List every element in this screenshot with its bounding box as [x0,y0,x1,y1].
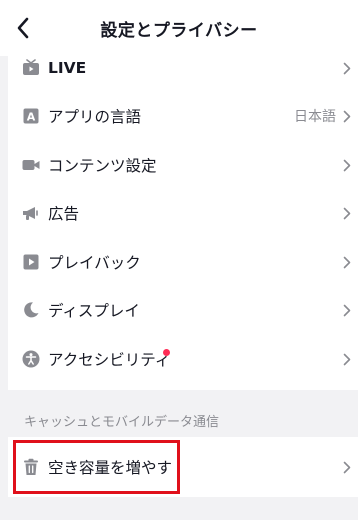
settings-item-live[interactable]: LIVE [8,44,358,92]
megaphone-icon [22,204,40,222]
live-tv-icon [22,59,40,77]
section-title-cache-data: キャッシュとモバイルデータ通信 [24,415,220,430]
settings-item-display[interactable]: ディスプレイ [8,286,358,334]
chevron-right-icon [342,61,352,75]
settings-item-label: 広告 [48,205,80,223]
storage-list: 空き容量を増やす [8,437,358,497]
settings-item-free-up-space[interactable]: 空き容量を増やす [8,443,358,491]
trash-icon [22,458,40,476]
chevron-right-icon [342,352,352,366]
settings-item-app-language[interactable]: A アプリの言語 日本語 [8,92,358,140]
moon-icon [22,301,40,319]
settings-item-label: アプリの言語 [48,108,142,126]
settings-item-ads[interactable]: 広告 [8,189,358,237]
video-camera-icon [22,156,40,174]
accessibility-icon [22,350,40,368]
chevron-right-icon [342,158,352,172]
chevron-right-icon [342,255,352,269]
settings-item-label: ディスプレイ [48,302,140,320]
settings-item-label: コンテンツ設定 [48,157,157,175]
page-title: 設定とプライバシー [100,21,258,41]
settings-item-label: プレイバック [48,254,141,272]
chevron-right-icon [342,460,352,474]
settings-item-content-settings[interactable]: コンテンツ設定 [8,141,358,189]
notification-dot [163,349,170,356]
settings-list: LIVE A アプリの言語 日本語 コンテンツ設定 広告 プレイバック ディスプ… [8,44,358,390]
play-icon [22,253,40,271]
chevron-right-icon [342,206,352,220]
settings-item-accessibility[interactable]: アクセシビリティ [8,335,358,383]
settings-item-label: アクセシビリティ [48,351,171,369]
settings-item-value: 日本語 [294,109,336,125]
settings-item-label: LIVE [48,59,87,77]
chevron-right-icon [342,109,352,123]
settings-item-label: 空き容量を増やす [48,459,173,477]
svg-text:A: A [27,111,36,124]
language-a-icon: A [22,107,40,125]
chevron-right-icon [342,303,352,317]
settings-item-playback[interactable]: プレイバック [8,238,358,286]
